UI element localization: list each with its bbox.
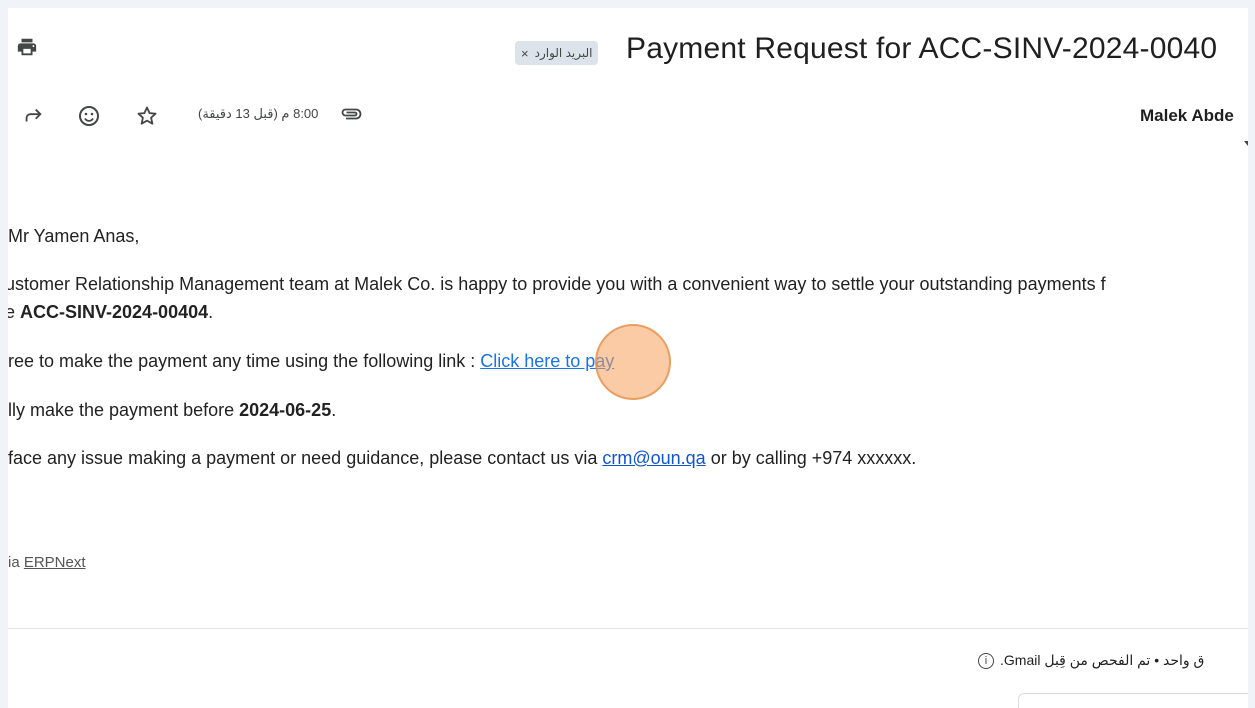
erpnext-link[interactable]: ERPNext	[24, 554, 86, 571]
paragraph-4: face any issue making a payment or need …	[8, 448, 916, 469]
info-icon[interactable]: i	[978, 652, 994, 669]
paragraph-1-line-1: ustomer Relationship Management team at …	[8, 274, 1106, 294]
paragraph-1-line-2: e ACC-SINV-2024-00404.	[8, 302, 213, 323]
contact-email-link[interactable]: crm@oun.qa	[602, 448, 705, 468]
para3-text: lly make the payment before	[8, 400, 240, 420]
para1-suffix: .	[208, 302, 214, 322]
remove-label-button[interactable]: ×	[521, 46, 529, 61]
attachment-scan-status: ق واحد • تم الفحص من قِبل Gmail. i	[978, 652, 1204, 669]
info-glyph: i	[984, 654, 988, 667]
email-time: 8:00 م (قبل 13 دقيقة)	[198, 106, 318, 122]
print-icon[interactable]	[14, 34, 40, 60]
attachment-icon	[338, 104, 364, 124]
footer-prefix: ia	[8, 554, 24, 571]
inbox-label-chip[interactable]: × البريد الوارد	[515, 41, 599, 65]
due-date: 2024-06-25	[239, 400, 332, 420]
scan-text: ق واحد • تم الفحص من قِبل Gmail.	[1000, 652, 1205, 668]
email-subject: Payment Request for ACC-SINV-2024-0040	[626, 32, 1218, 65]
click-indicator	[595, 324, 671, 400]
para1-prefix: e	[8, 302, 16, 322]
email-view: × البريد الوارد Payment Request for ACC-…	[8, 8, 1248, 708]
attachment-card[interactable]	[1018, 693, 1248, 708]
star-icon[interactable]	[134, 103, 160, 129]
label-text: البريد الوارد	[534, 46, 593, 60]
emoji-icon[interactable]	[76, 103, 102, 129]
para4-text: face any issue making a payment or need …	[8, 448, 603, 468]
paragraph-3: lly make the payment before 2024-06-25.	[8, 400, 336, 421]
chevron-down-icon[interactable]	[1244, 141, 1248, 146]
sent-via-footer: ia ERPNext	[8, 554, 86, 571]
time-text: 8:00 م (قبل 13 دقيقة)	[198, 106, 319, 121]
invoice-number: ACC-SINV-2024-00404	[20, 302, 209, 322]
para3-suffix: .	[331, 400, 337, 420]
sender-name[interactable]: Malek Abde	[1140, 106, 1234, 126]
greeting: Mr Yamen Anas,	[8, 226, 140, 246]
para4-suffix: or by calling +974 xxxxxx.	[705, 448, 917, 468]
para2-text: ree to make the payment any time using t…	[8, 351, 481, 371]
divider	[8, 628, 1248, 629]
paragraph-2: ree to make the payment any time using t…	[8, 351, 614, 372]
forward-icon[interactable]	[20, 103, 46, 129]
